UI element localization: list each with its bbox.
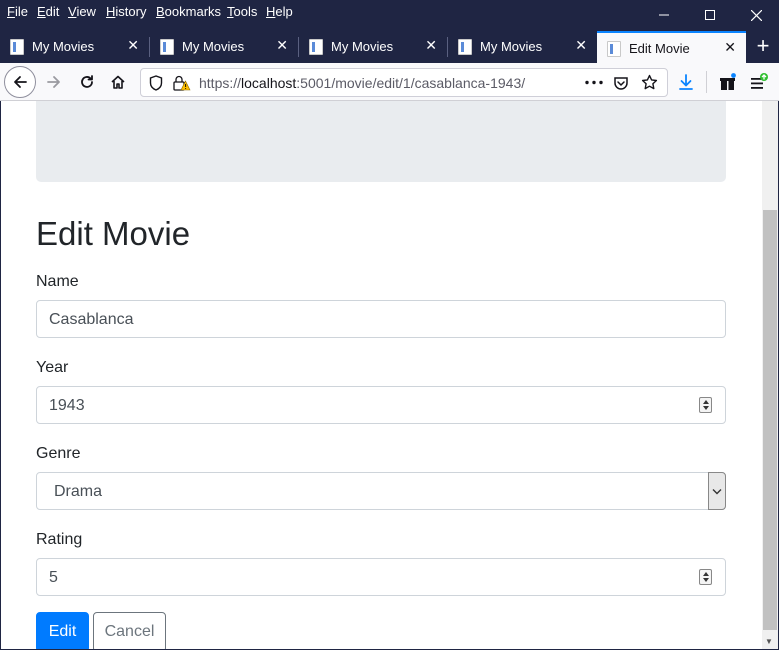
genre-value: Drama xyxy=(54,483,103,500)
tab-edit-movie[interactable]: Edit Movie ✕ xyxy=(597,31,746,63)
toolbar-separator xyxy=(706,71,707,93)
url-path: :5001/movie/edit/1/casablanca-1943/ xyxy=(296,75,526,91)
year-label: Year xyxy=(36,359,69,376)
new-tab-button[interactable]: + xyxy=(748,33,778,61)
menu-edit[interactable]: Edit xyxy=(37,4,59,19)
back-arrow-icon xyxy=(14,76,27,88)
forward-button[interactable] xyxy=(39,67,69,97)
lock-warning-icon xyxy=(173,75,191,91)
page-icon xyxy=(160,39,174,55)
minimize-icon xyxy=(659,14,669,16)
page-content: Edit Movie Name Casablanca Year 1943 Gen… xyxy=(1,101,762,649)
tab-title: Edit Movie xyxy=(629,41,690,56)
app-menu-button[interactable] xyxy=(744,67,774,97)
menu-help[interactable]: Help xyxy=(266,4,293,19)
download-arrow-icon xyxy=(679,73,693,90)
menu-history[interactable]: History xyxy=(106,4,146,19)
spin-down-icon[interactable] xyxy=(703,578,709,582)
name-label: Name xyxy=(36,273,79,290)
tab-title: My Movies xyxy=(480,39,543,54)
tab-my-movies-1[interactable]: My Movies ✕ xyxy=(0,31,149,63)
menu-bookmarks[interactable]: Bookmarks xyxy=(156,4,221,19)
downloads-button[interactable] xyxy=(671,67,701,97)
url-text[interactable]: https://localhost:5001/movie/edit/1/casa… xyxy=(199,75,525,91)
close-window-button[interactable] xyxy=(733,0,779,30)
navigation-toolbar: https://localhost:5001/movie/edit/1/casa… xyxy=(0,63,779,101)
jumbotron-header xyxy=(36,101,726,182)
rating-value: 5 xyxy=(49,569,58,586)
home-icon xyxy=(111,75,125,89)
tab-my-movies-4[interactable]: My Movies ✕ xyxy=(448,31,597,63)
hamburger-menu-icon xyxy=(751,73,768,89)
chevron-down-icon xyxy=(712,488,722,494)
minimize-button[interactable] xyxy=(641,0,687,30)
dropdown-button[interactable] xyxy=(708,472,726,510)
tab-my-movies-2[interactable]: My Movies ✕ xyxy=(150,31,298,63)
spin-down-icon[interactable] xyxy=(703,406,709,410)
scrollbar-thumb[interactable] xyxy=(763,210,777,630)
page-icon xyxy=(458,39,472,55)
genre-label: Genre xyxy=(36,445,81,462)
page-icon xyxy=(309,39,323,55)
back-button[interactable] xyxy=(4,66,36,98)
tab-close-icon[interactable]: ✕ xyxy=(276,37,288,54)
menu-view[interactable]: View xyxy=(68,4,96,19)
page-icon xyxy=(10,39,24,55)
reload-button[interactable] xyxy=(72,67,102,97)
year-spinner[interactable] xyxy=(699,397,712,413)
tab-title: My Movies xyxy=(32,39,95,54)
name-value: Casablanca xyxy=(49,311,134,328)
year-input[interactable]: 1943 xyxy=(36,386,726,424)
rating-label: Rating xyxy=(36,531,83,548)
gift-icon xyxy=(720,73,736,90)
shield-icon xyxy=(149,75,163,91)
page-actions-icon[interactable] xyxy=(585,80,603,85)
bookmark-star-icon[interactable] xyxy=(641,74,658,91)
spin-up-icon[interactable] xyxy=(703,572,709,576)
year-value: 1943 xyxy=(49,397,85,414)
maximize-icon xyxy=(705,10,715,20)
menu-file[interactable]: File xyxy=(7,4,28,19)
cancel-button[interactable]: Cancel xyxy=(93,612,166,649)
page-title: Edit Movie xyxy=(36,215,191,252)
tab-title: My Movies xyxy=(182,39,245,54)
home-button[interactable] xyxy=(103,67,133,97)
url-host: localhost xyxy=(241,75,297,91)
name-input[interactable]: Casablanca xyxy=(36,300,726,338)
spin-up-icon[interactable] xyxy=(703,400,709,404)
vertical-scrollbar[interactable]: ▼ xyxy=(762,101,778,649)
pocket-icon[interactable] xyxy=(613,75,629,91)
address-bar[interactable]: https://localhost:5001/movie/edit/1/casa… xyxy=(140,68,668,97)
forward-arrow-icon xyxy=(47,76,60,88)
tab-close-icon[interactable]: ✕ xyxy=(425,37,437,54)
maximize-button[interactable] xyxy=(687,0,733,30)
reload-icon xyxy=(81,75,93,88)
tab-strip: My Movies ✕ My Movies ✕ My Movies ✕ My M… xyxy=(0,31,779,63)
page-icon xyxy=(607,41,621,57)
scroll-down-icon[interactable]: ▼ xyxy=(765,637,773,646)
tab-close-icon[interactable]: ✕ xyxy=(127,37,139,54)
tab-close-icon[interactable]: ✕ xyxy=(724,39,736,56)
genre-select[interactable]: Drama xyxy=(36,472,726,510)
menu-tools[interactable]: Tools xyxy=(227,4,257,19)
rating-input[interactable]: 5 xyxy=(36,558,726,596)
tab-close-icon[interactable]: ✕ xyxy=(575,37,587,54)
rating-spinner[interactable] xyxy=(699,569,712,585)
extensions-button[interactable] xyxy=(713,67,743,97)
close-icon xyxy=(750,9,762,21)
tab-my-movies-3[interactable]: My Movies ✕ xyxy=(299,31,447,63)
url-scheme: https:// xyxy=(199,75,242,91)
tab-title: My Movies xyxy=(331,39,394,54)
edit-button[interactable]: Edit xyxy=(36,612,89,649)
